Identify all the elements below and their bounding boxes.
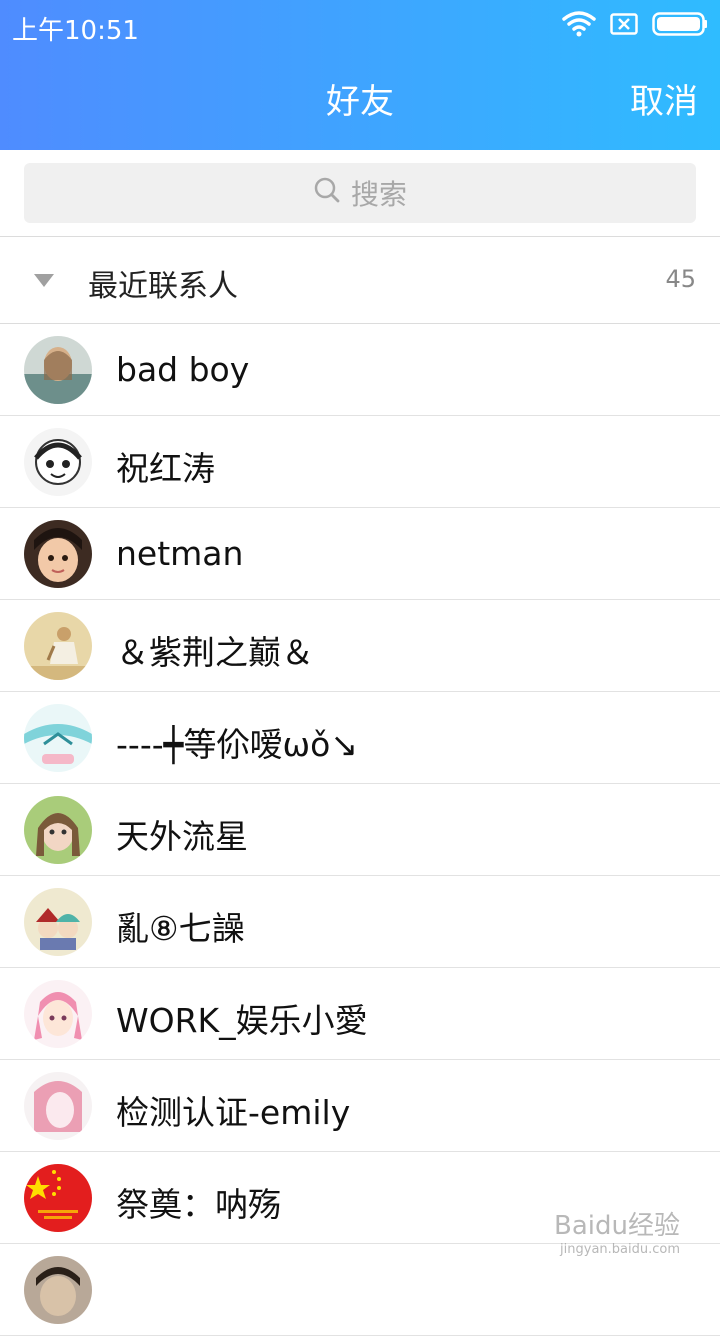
contact-row[interactable]: WORK_娱乐小愛 — [0, 968, 720, 1060]
contact-name: ＆紫荆之巅＆ — [116, 633, 314, 672]
contact-row[interactable] — [0, 1244, 720, 1336]
contact-name: netman — [116, 534, 244, 573]
sim-x-icon — [610, 13, 638, 39]
avatar — [24, 704, 92, 772]
page-title: 好友 — [326, 82, 394, 122]
avatar — [24, 336, 92, 404]
status-bar: 上午10:51 — [0, 0, 720, 52]
triangle-down-icon — [34, 274, 54, 287]
contact-row[interactable]: bad boy — [0, 324, 720, 416]
contact-row[interactable]: netman — [0, 508, 720, 600]
contact-name: WORK_娱乐小愛 — [116, 1001, 368, 1040]
watermark-sub: jingyan.baidu.com — [560, 1242, 680, 1257]
avatar — [24, 888, 92, 956]
avatar — [24, 428, 92, 496]
avatar — [24, 612, 92, 680]
avatar — [24, 796, 92, 864]
status-icons — [562, 11, 708, 41]
contact-name: 祝红涛 — [116, 449, 215, 488]
contact-name: bad boy — [116, 350, 250, 389]
battery-icon — [652, 12, 708, 40]
avatar — [24, 1256, 92, 1324]
avatar — [24, 520, 92, 588]
search-input[interactable]: 搜索 — [24, 163, 696, 223]
contact-row[interactable]: 检测认证-emily — [0, 1060, 720, 1152]
group-title: 最近联系人 — [88, 269, 238, 304]
contact-row[interactable]: ----┿等伱嗳ωǒ↘ — [0, 692, 720, 784]
contact-name: ----┿等伱嗳ωǒ↘ — [116, 725, 358, 764]
search-icon — [313, 176, 341, 211]
baidu-watermark: Baidu经验 jingyan.baidu.com — [554, 1205, 680, 1257]
watermark-text: Baidu经验 — [554, 1211, 680, 1241]
search-bar: 搜索 — [0, 150, 720, 237]
wifi-icon — [562, 11, 596, 41]
contact-name: 祭奠：呐殇 — [116, 1185, 281, 1224]
search-placeholder: 搜索 — [350, 178, 407, 211]
contact-row[interactable]: 天外流星 — [0, 784, 720, 876]
app-header: 上午10:51 好友 取消 — [0, 0, 720, 150]
contact-row[interactable]: 祝红涛 — [0, 416, 720, 508]
avatar — [24, 1164, 92, 1232]
contact-name: 天外流星 — [116, 817, 248, 856]
contact-name: 亂⑧七譟 — [116, 909, 245, 948]
group-count: 45 — [665, 265, 696, 293]
status-time: 上午10:51 — [12, 16, 139, 46]
contact-row[interactable]: 亂⑧七譟 — [0, 876, 720, 968]
avatar — [24, 980, 92, 1048]
cancel-button[interactable]: 取消 — [630, 74, 698, 123]
contact-list: bad boy 祝红涛 netman ＆紫荆之巅＆ ----┿等伱嗳ωǒ↘ 天外… — [0, 324, 720, 1336]
contact-row[interactable]: ＆紫荆之巅＆ — [0, 600, 720, 692]
group-recent-contacts[interactable]: 最近联系人 45 — [0, 237, 720, 324]
contact-name: 检测认证-emily — [116, 1093, 351, 1132]
avatar — [24, 1072, 92, 1140]
